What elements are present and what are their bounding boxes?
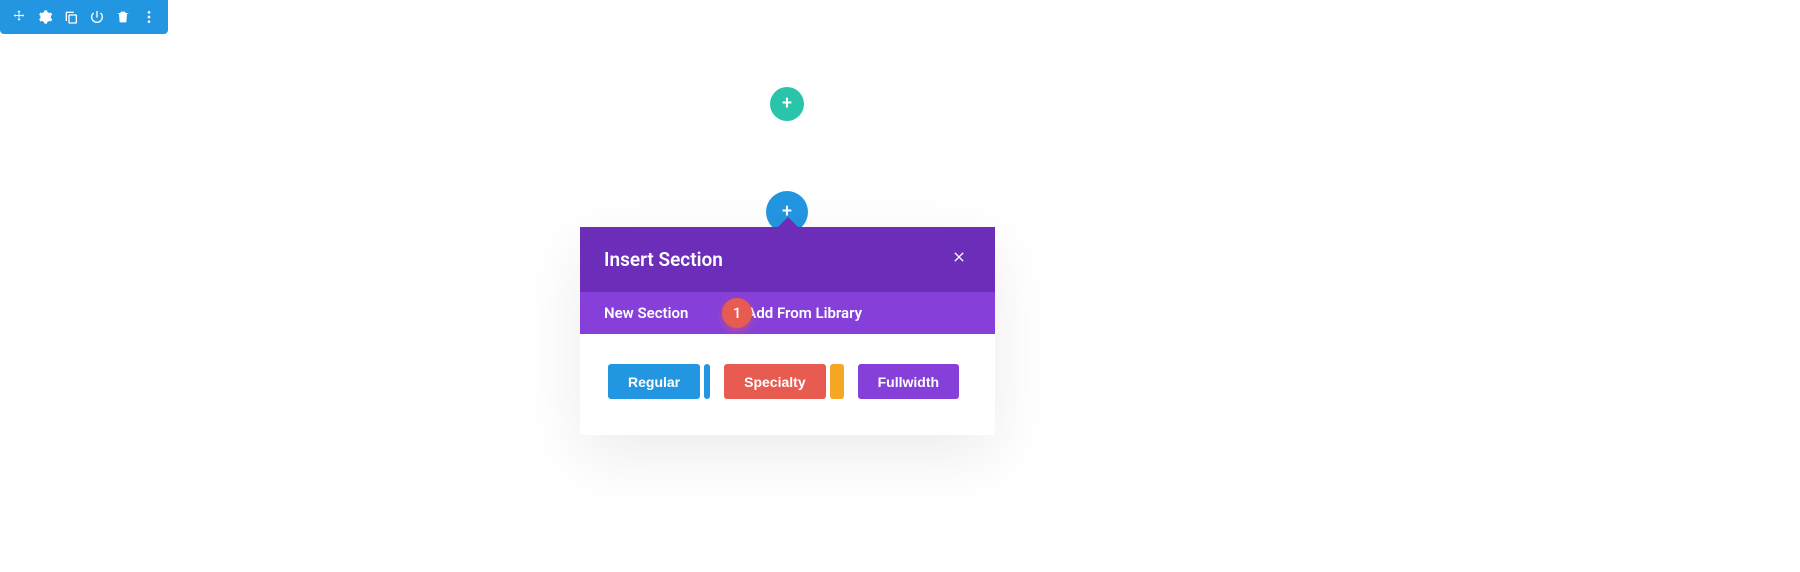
modal-body: Regular Specialty Fullwidth — [580, 334, 995, 435]
annotation-badge: 1 — [722, 298, 752, 328]
plus-icon: + — [782, 95, 792, 113]
close-icon — [951, 249, 967, 265]
regular-strip[interactable] — [704, 364, 710, 399]
tab-new-section[interactable]: New Section — [604, 304, 688, 322]
section-type-specialty-group: Specialty — [724, 364, 843, 399]
insert-section-modal: Insert Section New Section 1 Add From Li… — [580, 227, 995, 435]
specialty-button[interactable]: Specialty — [724, 364, 825, 399]
section-type-fullwidth-group: Fullwidth — [858, 364, 959, 399]
modal-header: Insert Section — [580, 227, 995, 292]
add-row-button[interactable]: + — [770, 87, 804, 121]
modal-title: Insert Section — [604, 248, 723, 271]
trash-icon[interactable] — [110, 0, 136, 34]
duplicate-icon[interactable] — [58, 0, 84, 34]
section-toolbar — [0, 0, 168, 34]
close-button[interactable] — [947, 245, 971, 274]
move-icon[interactable] — [6, 0, 32, 34]
section-type-regular-group: Regular — [608, 364, 710, 399]
power-icon[interactable] — [84, 0, 110, 34]
fullwidth-button[interactable]: Fullwidth — [858, 364, 959, 399]
more-icon[interactable] — [136, 0, 162, 34]
gear-icon[interactable] — [32, 0, 58, 34]
modal-tabs: New Section 1 Add From Library — [580, 292, 995, 334]
specialty-strip[interactable] — [830, 364, 844, 399]
tab-add-from-library[interactable]: Add From Library — [746, 304, 862, 322]
regular-button[interactable]: Regular — [608, 364, 700, 399]
